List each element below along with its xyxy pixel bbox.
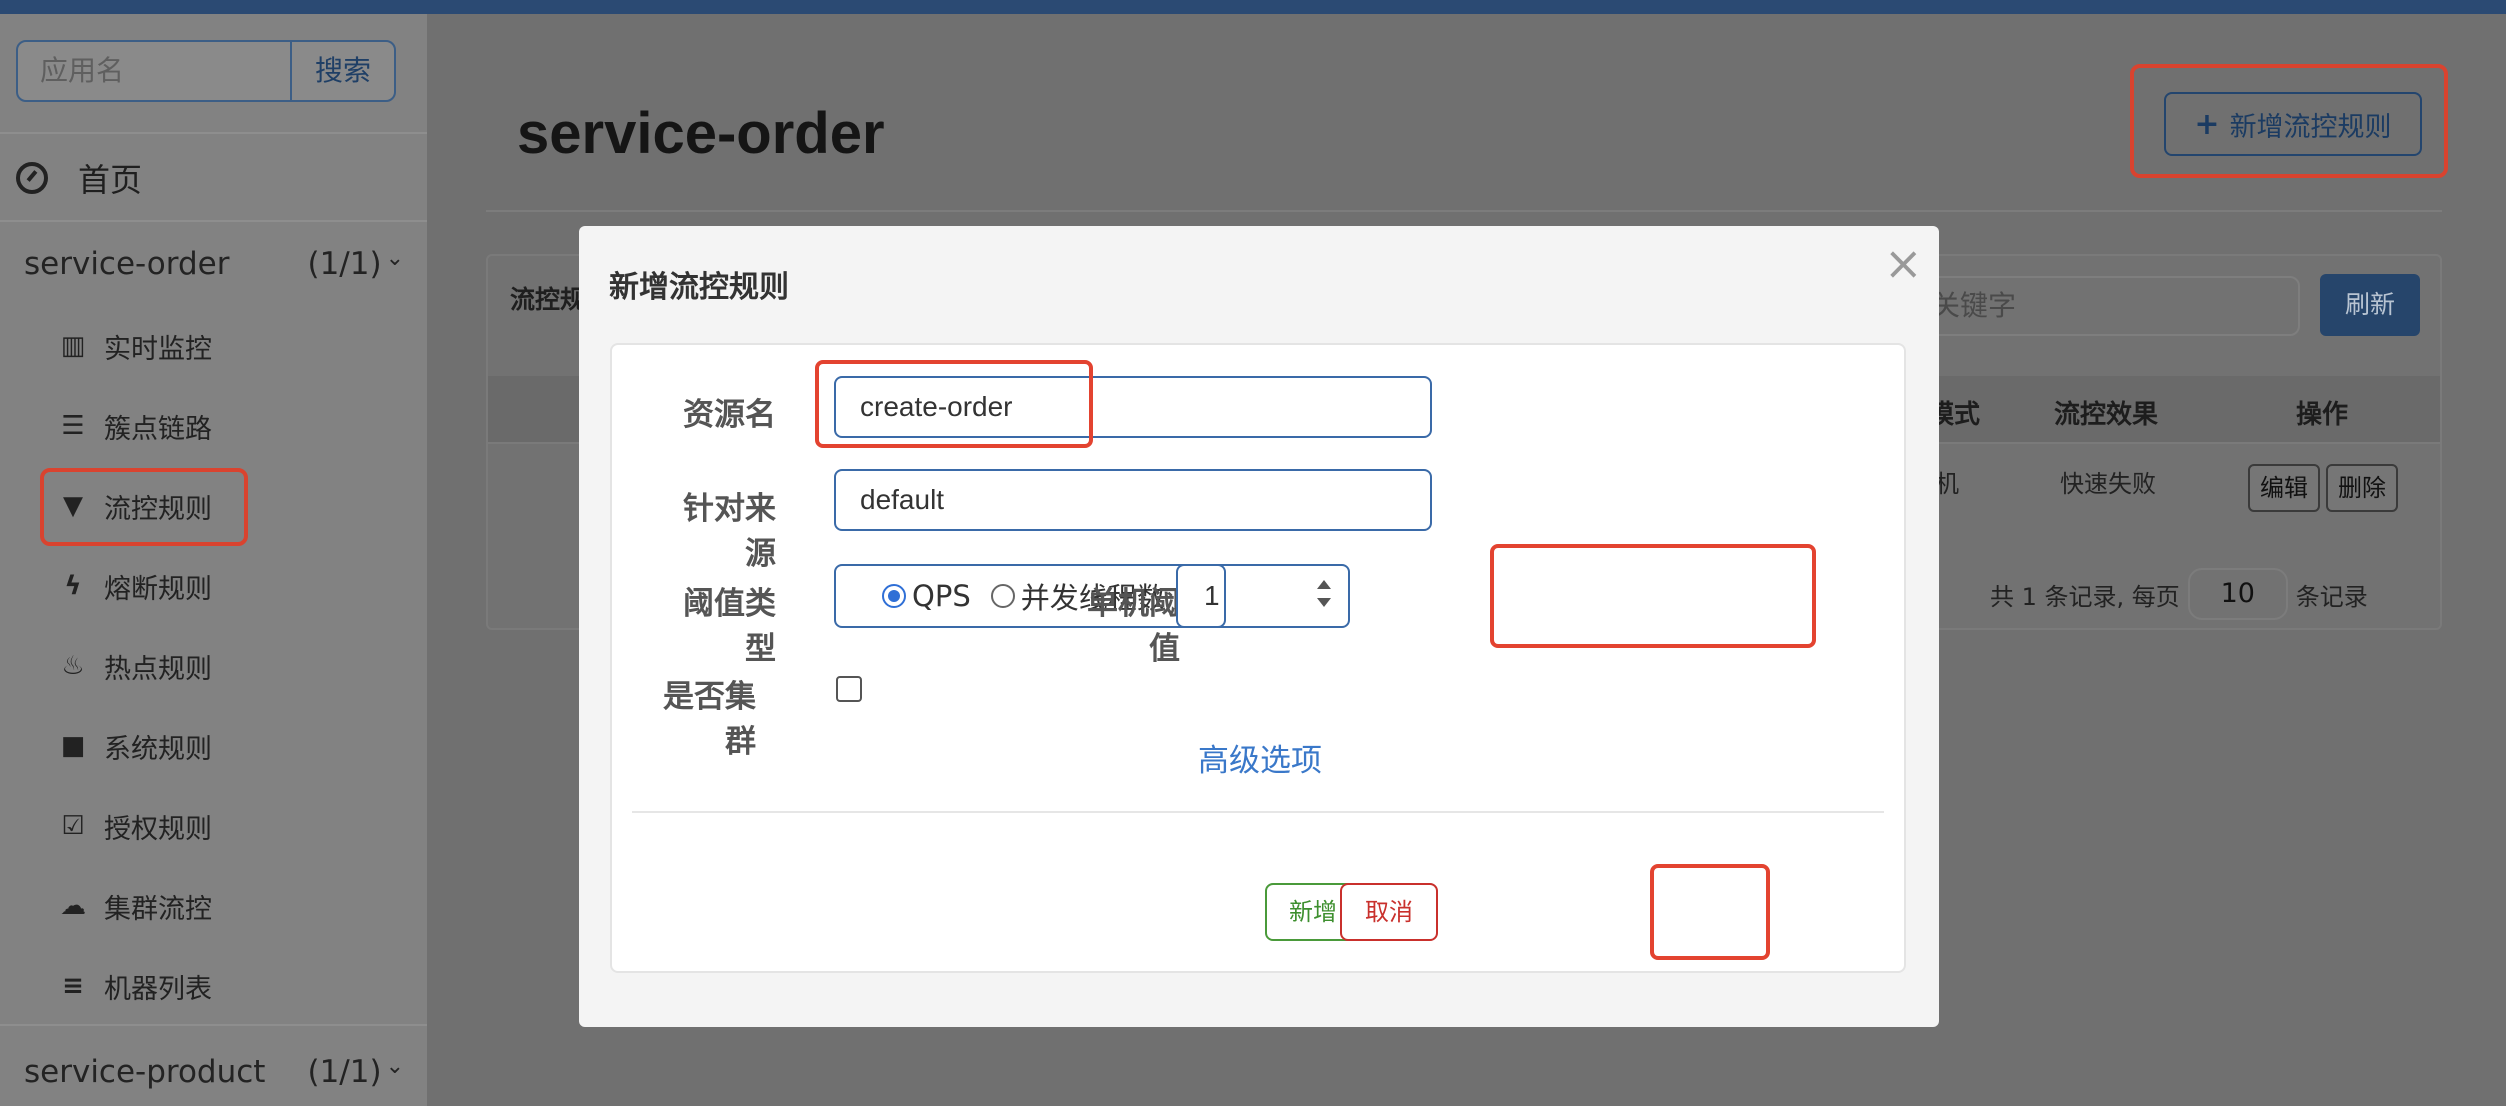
app-name: service-product xyxy=(24,1054,266,1090)
app-count: (1/1) xyxy=(307,1054,382,1090)
sidebar-item-system-rules[interactable]: ■ 系统规则 xyxy=(58,718,212,774)
panel-title: 流控规 xyxy=(510,285,586,314)
page-size-input[interactable]: 10 xyxy=(2187,568,2288,620)
sidebar-item-degrade-rules[interactable]: ϟ 熔断规则 xyxy=(58,558,212,614)
spinner-icon[interactable] xyxy=(1314,578,1334,614)
sidebar-item-realtime-monitor[interactable]: ▥ 实时监控 xyxy=(58,318,212,374)
list-box-icon: ☰ xyxy=(61,411,85,441)
chevron-down-icon: ⌄ xyxy=(385,245,404,271)
pager-prefix: 共 1 条记录, 每页 xyxy=(1990,582,2180,611)
sidebar-item-auth-rules[interactable]: ☑ 授权规则 xyxy=(58,798,212,854)
highlight-flow-rules xyxy=(40,468,248,546)
close-icon[interactable]: × xyxy=(1884,236,1923,290)
sidebar-divider xyxy=(0,132,427,134)
app-service-product[interactable]: service-product (1/1) ⌄ xyxy=(24,1044,404,1100)
title-divider xyxy=(486,210,2442,212)
edit-button[interactable]: 编辑 xyxy=(2248,464,2320,512)
pagination: 共 1 条记录, 每页 10 条记录 xyxy=(1990,568,2368,620)
bar-chart-icon: ▥ xyxy=(60,331,86,361)
sidebar-item-machine-list[interactable]: ≡ 机器列表 xyxy=(58,958,212,1014)
delete-button[interactable]: 删除 xyxy=(2326,464,2398,512)
fire-icon: ♨ xyxy=(61,651,85,681)
list-icon: ≡ xyxy=(62,971,84,1001)
highlight-resource-name xyxy=(815,360,1093,448)
column-effect: 流控效果 xyxy=(2054,400,2159,430)
limit-origin-input[interactable]: default xyxy=(834,469,1432,531)
advanced-options-link[interactable]: 高级选项 xyxy=(612,735,1908,780)
app-count: (1/1) xyxy=(307,246,382,282)
sidebar-item-home[interactable]: 首页 xyxy=(16,148,142,208)
radio-qps[interactable] xyxy=(882,584,906,608)
sidebar: 应用名 搜索 首页 service-order (1/1) ⌄ ▥ 实时监控 ☰ … xyxy=(0,14,427,1106)
app-service-order[interactable]: service-order (1/1) ⌄ xyxy=(24,236,404,292)
highlight-add-confirm xyxy=(1650,864,1770,960)
page-title: service-order xyxy=(517,101,885,166)
check-square-icon: ☑ xyxy=(61,811,85,841)
top-bar xyxy=(0,0,2506,14)
single-threshold-input[interactable]: 1 xyxy=(1176,564,1350,628)
sidebar-item-label: 机器列表 xyxy=(104,973,212,1005)
radio-qps-label: QPS xyxy=(912,579,971,613)
form-divider xyxy=(632,811,1884,813)
chevron-down-icon: ⌄ xyxy=(385,1053,404,1079)
cluster-checkbox[interactable] xyxy=(836,676,862,702)
sidebar-item-cluster-point-link[interactable]: ☰ 簇点链路 xyxy=(58,398,212,454)
search-button[interactable]: 搜索 xyxy=(290,42,394,100)
cell-effect: 快速失败 xyxy=(2060,470,2156,498)
sidebar-item-label: 系统规则 xyxy=(104,733,212,765)
refresh-button[interactable]: 刷新 xyxy=(2320,274,2420,336)
sidebar-item-label: 首页 xyxy=(78,161,143,199)
sidebar-item-label: 热点规则 xyxy=(104,653,212,685)
sidebar-item-label: 集群流控 xyxy=(104,893,212,925)
column-actions: 操作 xyxy=(2296,400,2349,430)
sidebar-item-label: 簇点链路 xyxy=(104,413,212,445)
threshold-type-label: 阈值类型 xyxy=(683,586,776,667)
radio-threads[interactable] xyxy=(990,584,1015,608)
sidebar-item-hotspot-rules[interactable]: ♨ 热点规则 xyxy=(58,638,212,694)
app-search: 应用名 搜索 xyxy=(16,40,396,102)
limit-origin-label: 针对来源 xyxy=(683,491,776,572)
sidebar-item-cluster-flow[interactable]: ☁ 集群流控 xyxy=(58,878,212,934)
modal-title: 新增流控规则 xyxy=(609,270,789,305)
single-threshold-label: 单机阈值 xyxy=(1087,586,1180,667)
app-name: service-order xyxy=(24,246,230,282)
highlight-add-button xyxy=(2130,64,2448,178)
dashboard-icon xyxy=(16,162,48,194)
resource-name-label: 资源名 xyxy=(683,397,776,433)
sidebar-item-label: 实时监控 xyxy=(104,333,212,365)
sidebar-divider xyxy=(0,220,427,222)
highlight-threshold-value xyxy=(1490,544,1816,648)
cancel-button[interactable]: 取消 xyxy=(1340,883,1438,941)
keyword-input[interactable]: 关键字 xyxy=(1930,276,2300,336)
sidebar-item-label: 熔断规则 xyxy=(104,573,212,605)
app-search-input[interactable]: 应用名 xyxy=(18,42,290,100)
pager-suffix: 条记录 xyxy=(2295,582,2368,611)
lock-icon: ■ xyxy=(60,731,86,761)
cloud-icon: ☁ xyxy=(60,891,86,921)
single-threshold-value: 1 xyxy=(1204,580,1220,611)
bolt-icon: ϟ xyxy=(64,571,82,601)
sidebar-divider xyxy=(0,1024,427,1026)
sidebar-item-label: 授权规则 xyxy=(104,813,212,845)
